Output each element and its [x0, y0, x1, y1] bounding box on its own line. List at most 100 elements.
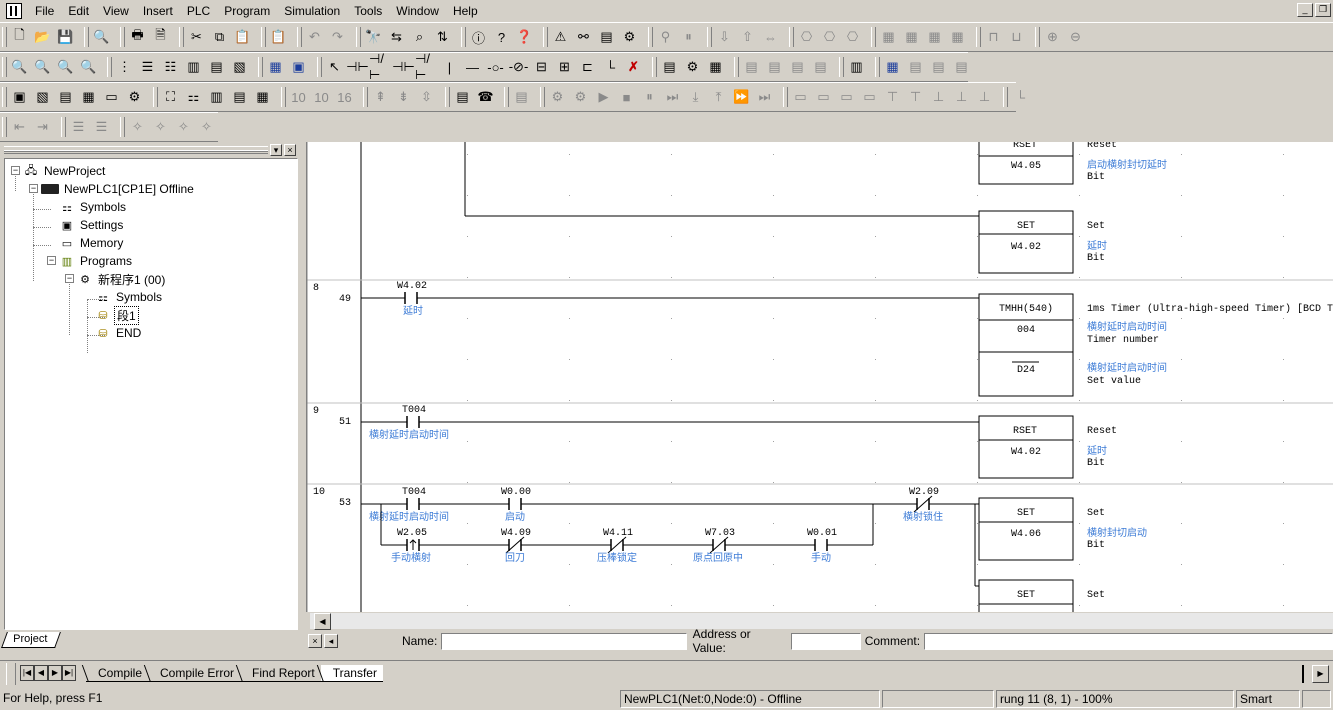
context-help-icon[interactable]: ❓: [513, 26, 536, 48]
show-bars-icon[interactable]: ▤: [205, 56, 228, 78]
set-off-icon[interactable]: ⊖: [1064, 26, 1087, 48]
panel-dock-button[interactable]: ▾: [270, 144, 282, 156]
transfer-pc-icon[interactable]: ⇩: [713, 26, 736, 48]
cross-ref-icon[interactable]: ⇅: [431, 26, 454, 48]
symbols-table-icon[interactable]: ⚏: [182, 86, 205, 108]
sim-end-icon[interactable]: ⏭: [753, 86, 776, 108]
find-next-icon[interactable]: ⌕: [408, 26, 431, 48]
tree-program[interactable]: ⚙ 新程序1 (00): [77, 270, 167, 288]
memory-view-icon[interactable]: ▤: [228, 86, 251, 108]
project-tab[interactable]: Project: [1, 630, 62, 648]
online-edit-icon[interactable]: ⚙: [681, 56, 704, 78]
redo-icon[interactable]: ↷: [326, 26, 349, 48]
sim-pause-icon[interactable]: ⏸: [638, 86, 661, 108]
coil-icon[interactable]: -○-: [484, 56, 507, 78]
tb-h-icon[interactable]: ⊥: [950, 86, 973, 108]
sim-debug-icon[interactable]: ⚙: [569, 86, 592, 108]
data-trace2-icon[interactable]: ▤: [904, 56, 927, 78]
setup-icon[interactable]: ▦: [900, 26, 923, 48]
tree-programs[interactable]: ▥ Programs: [59, 252, 134, 270]
comments-icon[interactable]: ☰: [136, 56, 159, 78]
debug-icon[interactable]: ⚙: [618, 26, 641, 48]
contact-or-nc-icon[interactable]: ⊣/⊢: [415, 51, 438, 82]
page-preview-icon[interactable]: 🗎: [149, 26, 172, 48]
tab-compile[interactable]: Compile: [86, 665, 149, 682]
list-icon[interactable]: ☰: [67, 116, 90, 138]
zoom-reset-icon[interactable]: 🔍: [77, 56, 100, 78]
transfer-begin-icon[interactable]: ▤: [740, 56, 763, 78]
ct-icon[interactable]: ▣: [287, 56, 310, 78]
scroll-left-button[interactable]: ◀: [314, 613, 331, 630]
instruction-icon[interactable]: ⊟: [530, 56, 553, 78]
transfer-finish-icon[interactable]: ▤: [786, 56, 809, 78]
properties-icon[interactable]: ⚙: [123, 86, 146, 108]
mdi-minimize-button[interactable]: _: [1297, 3, 1313, 17]
new-file-icon[interactable]: 🗋: [8, 26, 31, 48]
menu-insert[interactable]: Insert: [136, 1, 180, 21]
paste-special-icon[interactable]: 📋: [267, 26, 290, 48]
watch-window-icon[interactable]: ▦: [77, 86, 100, 108]
delete-line-icon[interactable]: ✗: [622, 56, 645, 78]
force-off-icon[interactable]: ⊔: [1005, 26, 1028, 48]
set-on-icon[interactable]: ⊕: [1041, 26, 1064, 48]
menu-tools[interactable]: Tools: [347, 1, 389, 21]
tb-i-icon[interactable]: ⊥: [973, 86, 996, 108]
tab-transfer[interactable]: Transfer: [320, 665, 383, 682]
output-scroll-right-button[interactable]: ▶: [1312, 665, 1329, 683]
help-icon[interactable]: ?: [490, 26, 513, 48]
data-trace-icon[interactable]: ▥: [845, 56, 868, 78]
compare-icon[interactable]: ⇔: [759, 26, 782, 48]
expander-programs[interactable]: −: [47, 256, 56, 265]
menu-help[interactable]: Help: [446, 1, 485, 21]
sim-stop-icon[interactable]: ■: [615, 86, 638, 108]
panel-grip[interactable]: [4, 146, 268, 154]
mode-program-icon[interactable]: ⎔: [795, 26, 818, 48]
tree-plc[interactable]: NewPLC1[CP1E] Offline: [41, 180, 196, 198]
infobar-close-button[interactable]: ×: [308, 634, 322, 648]
grid-view-icon[interactable]: ▦: [251, 86, 274, 108]
mnemonic-view-icon[interactable]: ▤: [54, 86, 77, 108]
step-in-icon[interactable]: ⇞: [369, 86, 392, 108]
select-pointer-icon[interactable]: ↖: [323, 56, 346, 78]
tab-first-button[interactable]: |◀: [20, 665, 34, 681]
ladder-editor[interactable]: RSET W4.05 Reset 启动横射封切延时 Bit SET W4.02 …: [306, 142, 1333, 612]
zoom-out-icon[interactable]: 🔍: [54, 56, 77, 78]
fb-icon[interactable]: ⊏: [576, 56, 599, 78]
tb-g-icon[interactable]: ⊥: [927, 86, 950, 108]
io-comments-icon[interactable]: ▥: [205, 86, 228, 108]
menu-simulation[interactable]: Simulation: [277, 1, 347, 21]
menu-program[interactable]: Program: [217, 1, 277, 21]
tree-memory[interactable]: ▭ Memory: [59, 234, 125, 252]
zoom-fit-icon[interactable]: 🔍: [8, 56, 31, 78]
mode-monitor-icon[interactable]: ⎔: [818, 26, 841, 48]
contact-no-icon[interactable]: ⊣⊢: [346, 56, 369, 78]
tree-end[interactable]: ⛁ END: [95, 324, 143, 342]
tree-symbols[interactable]: ⚏ Symbols: [59, 198, 128, 216]
horizontal-line-icon[interactable]: —: [461, 56, 484, 78]
menu-file[interactable]: File: [28, 1, 61, 21]
sim-step-into-icon[interactable]: ⤓: [684, 86, 707, 108]
mnemonics-icon[interactable]: ▦: [264, 56, 287, 78]
print-icon[interactable]: 🖶: [126, 26, 149, 48]
rung-annotations-icon[interactable]: ☷: [159, 56, 182, 78]
transfer-cancel-icon[interactable]: ▤: [763, 56, 786, 78]
sim-step-icon[interactable]: ⏭: [661, 86, 684, 108]
ladder-hscrollbar[interactable]: ◀: [310, 612, 1333, 630]
clock-icon[interactable]: ▦: [946, 26, 969, 48]
mode-run-icon[interactable]: ⎔: [841, 26, 864, 48]
indent-icon[interactable]: ⇤: [8, 116, 31, 138]
list2-icon[interactable]: ☰: [90, 116, 113, 138]
expander-plc[interactable]: −: [29, 184, 38, 193]
sim-step-out-icon[interactable]: ⤒: [707, 86, 730, 108]
simulator-icon[interactable]: ▤: [451, 86, 474, 108]
tab-next-button[interactable]: ▶: [48, 665, 62, 681]
data-trace3-icon[interactable]: ▤: [927, 56, 950, 78]
name-field[interactable]: [441, 632, 687, 650]
coil-nc-icon[interactable]: -⊘-: [507, 56, 530, 78]
pt-icon[interactable]: ⊞: [553, 56, 576, 78]
expander-project[interactable]: −: [11, 166, 20, 175]
line-connect-icon[interactable]: └: [599, 56, 622, 78]
sim-fast-forward-icon[interactable]: ⏩: [730, 86, 753, 108]
tb-d-icon[interactable]: ▭: [858, 86, 881, 108]
sim-break-icon[interactable]: ⚙: [546, 86, 569, 108]
